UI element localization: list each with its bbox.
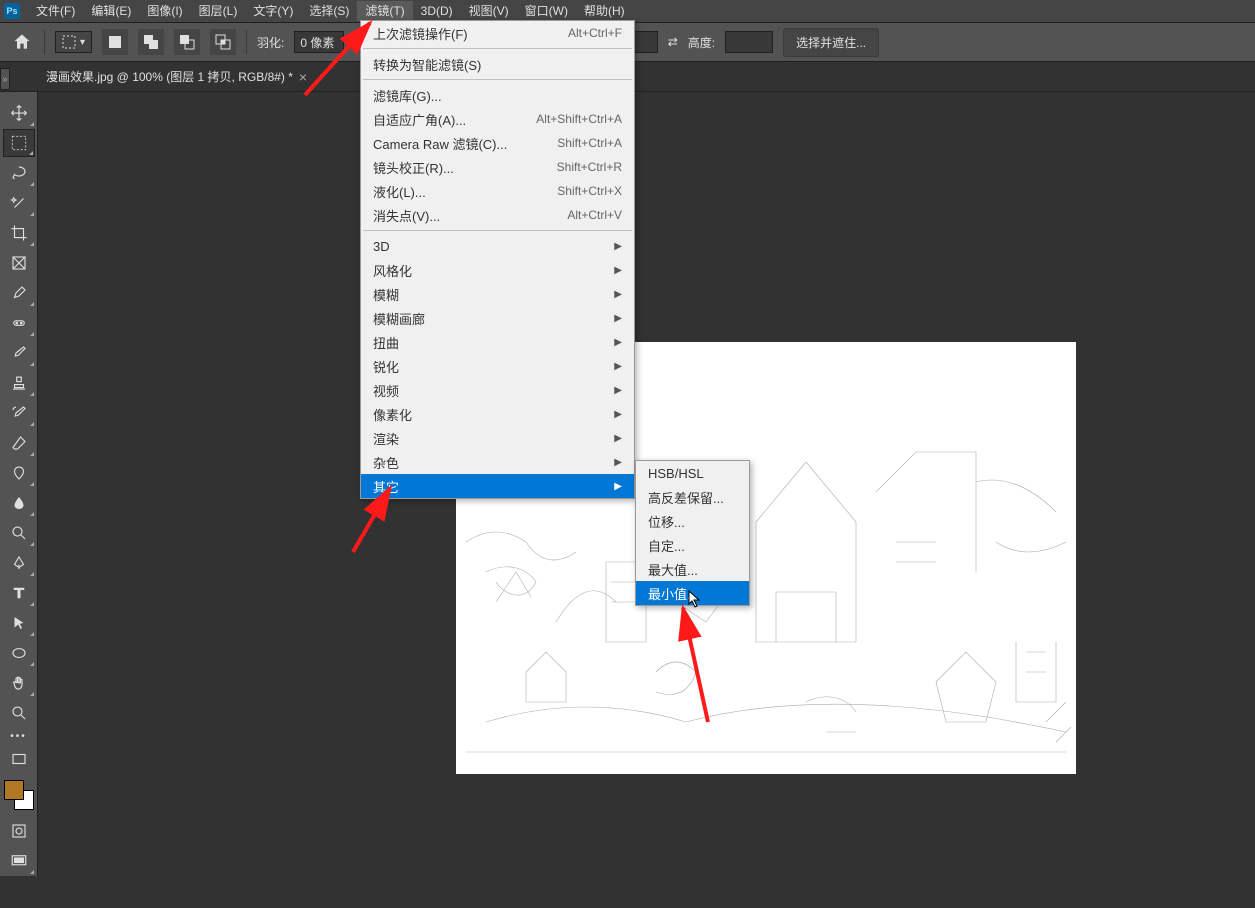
filter-menu-item[interactable]: 风格化▶ xyxy=(361,258,634,282)
type-tool[interactable] xyxy=(3,579,35,607)
arrow-annotation-2 xyxy=(345,480,405,560)
crop-tool[interactable] xyxy=(3,219,35,247)
selection-new[interactable] xyxy=(102,29,128,55)
filter-menu-item[interactable]: 模糊画廊▶ xyxy=(361,306,634,330)
hand-tool[interactable] xyxy=(3,669,35,697)
shape-tool[interactable] xyxy=(3,639,35,667)
app-icon: Ps xyxy=(4,3,20,19)
brush-tool[interactable] xyxy=(3,339,35,367)
magic-wand-tool[interactable] xyxy=(3,189,35,217)
stamp-tool[interactable] xyxy=(3,369,35,397)
history-brush-tool[interactable] xyxy=(3,399,35,427)
filter-menu-item[interactable]: 转换为智能滤镜(S) xyxy=(361,52,634,76)
menu-view[interactable]: 视图(V) xyxy=(461,1,517,21)
lasso-tool[interactable] xyxy=(3,159,35,187)
select-and-mask-button[interactable]: 选择并遮住... xyxy=(783,28,879,57)
swap-icon[interactable]: ⇄ xyxy=(668,35,678,49)
cursor-icon xyxy=(688,590,702,608)
filter-menu-item[interactable]: Camera Raw 滤镜(C)...Shift+Ctrl+A xyxy=(361,131,634,155)
filter-menu-item[interactable]: 3D▶ xyxy=(361,234,634,258)
menu-3d[interactable]: 3D(D) xyxy=(413,1,461,21)
menu-help[interactable]: 帮助(H) xyxy=(576,1,633,21)
menu-image[interactable]: 图像(I) xyxy=(139,1,190,21)
filter-menu-item[interactable]: 液化(L)...Shift+Ctrl+X xyxy=(361,179,634,203)
height-label: 高度: xyxy=(688,34,715,51)
pen-tool[interactable] xyxy=(3,549,35,577)
blur-tool[interactable] xyxy=(3,489,35,517)
document-tab[interactable]: 漫画效果.jpg @ 100% (图层 1 拷贝, RGB/8#) * × xyxy=(38,66,315,88)
healing-tool[interactable] xyxy=(3,309,35,337)
menu-window[interactable]: 窗口(W) xyxy=(517,1,576,21)
feather-label: 羽化: xyxy=(257,34,284,51)
filter-menu-item[interactable]: 锐化▶ xyxy=(361,354,634,378)
tab-title: 漫画效果.jpg @ 100% (图层 1 拷贝, RGB/8#) * xyxy=(46,68,293,85)
quickmask-toggle[interactable] xyxy=(3,817,35,845)
selection-add[interactable] xyxy=(138,29,164,55)
filter-menu-item[interactable]: 镜头校正(R)...Shift+Ctrl+R xyxy=(361,155,634,179)
gradient-tool[interactable] xyxy=(3,459,35,487)
menu-edit[interactable]: 编辑(E) xyxy=(83,1,139,21)
zoom-tool[interactable] xyxy=(3,699,35,727)
dodge-tool[interactable] xyxy=(3,519,35,547)
submenu-item[interactable]: HSB/HSL xyxy=(636,461,749,485)
separator xyxy=(246,30,247,54)
filter-menu-item[interactable]: 渲染▶ xyxy=(361,426,634,450)
selection-intersect[interactable] xyxy=(210,29,236,55)
submenu-item[interactable]: 自定... xyxy=(636,533,749,557)
filter-menu-item[interactable]: 自适应广角(A)...Alt+Shift+Ctrl+A xyxy=(361,107,634,131)
menu-layer[interactable]: 图层(L) xyxy=(191,1,246,21)
menu-type[interactable]: 文字(Y) xyxy=(245,1,301,21)
filter-menu-item[interactable]: 消失点(V)...Alt+Ctrl+V xyxy=(361,203,634,227)
filter-menu-item[interactable]: 视频▶ xyxy=(361,378,634,402)
path-select-tool[interactable] xyxy=(3,609,35,637)
fg-color[interactable] xyxy=(4,780,24,800)
move-tool[interactable] xyxy=(3,99,35,127)
arrow-annotation-3 xyxy=(668,600,718,730)
selection-subtract[interactable] xyxy=(174,29,200,55)
arrow-annotation-1 xyxy=(295,15,385,105)
filter-menu-item[interactable]: 杂色▶ xyxy=(361,450,634,474)
filter-menu-item[interactable]: 滤镜库(G)... xyxy=(361,83,634,107)
marquee-tool[interactable] xyxy=(3,129,35,157)
submenu-item[interactable]: 最大值... xyxy=(636,557,749,581)
submenu-item[interactable]: 高反差保留... xyxy=(636,485,749,509)
toolbox-handle[interactable]: » xyxy=(0,68,10,90)
menu-file[interactable]: 文件(F) xyxy=(28,1,83,21)
toolbox: ••• xyxy=(0,92,38,876)
frame-tool[interactable] xyxy=(3,249,35,277)
home-button[interactable] xyxy=(10,30,34,54)
height-input[interactable] xyxy=(725,31,773,53)
submenu-item[interactable]: 位移... xyxy=(636,509,749,533)
eraser-tool[interactable] xyxy=(3,429,35,457)
edit-toolbar[interactable]: ••• xyxy=(3,729,35,743)
filter-menu: 上次滤镜操作(F)Alt+Ctrl+F 转换为智能滤镜(S) 滤镜库(G)...自适… xyxy=(360,20,635,499)
rect-tool-extra[interactable] xyxy=(3,745,35,773)
separator xyxy=(44,30,45,54)
screenmode-toggle[interactable] xyxy=(3,847,35,875)
filter-menu-item[interactable]: 上次滤镜操作(F)Alt+Ctrl+F xyxy=(361,21,634,45)
filter-menu-item[interactable]: 像素化▶ xyxy=(361,402,634,426)
filter-menu-item[interactable]: 扭曲▶ xyxy=(361,330,634,354)
other-submenu: HSB/HSL高反差保留...位移...自定...最大值...最小值... xyxy=(635,460,750,606)
menu-bar: Ps 文件(F) 编辑(E) 图像(I) 图层(L) 文字(Y) 选择(S) 滤… xyxy=(0,0,1255,22)
eyedropper-tool[interactable] xyxy=(3,279,35,307)
marquee-preset[interactable]: ▾ xyxy=(55,31,92,53)
color-swatches[interactable] xyxy=(4,780,34,810)
filter-menu-item[interactable]: 模糊▶ xyxy=(361,282,634,306)
